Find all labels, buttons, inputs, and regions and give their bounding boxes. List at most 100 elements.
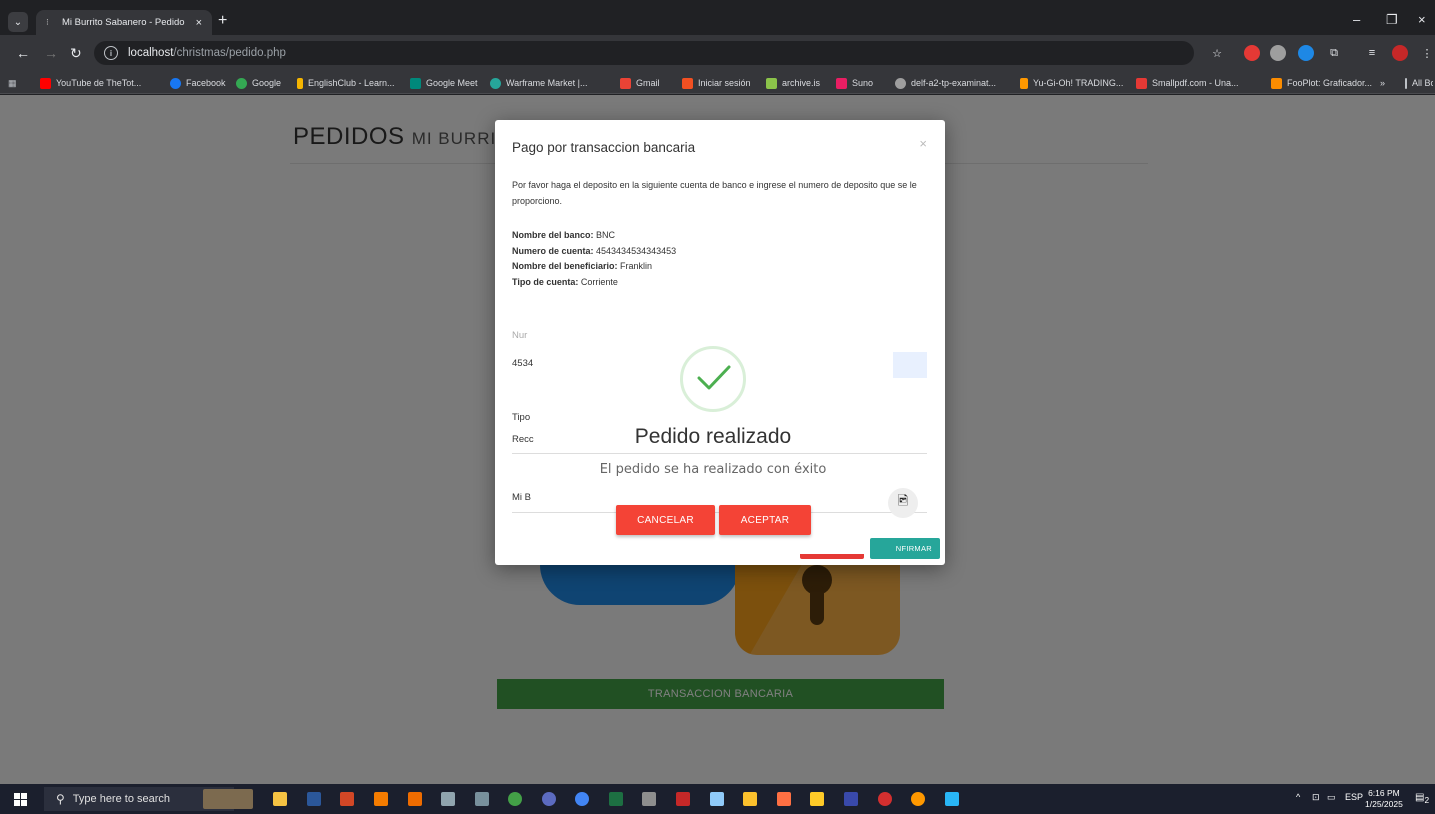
google-icon: [236, 77, 247, 89]
firefox-icon[interactable]: [911, 792, 925, 806]
url-host: localhost: [128, 47, 174, 59]
bookmark-item[interactable]: Google: [236, 75, 281, 91]
app-icon[interactable]: [475, 792, 489, 806]
alert-title: Pedido realizado: [634, 425, 792, 448]
file-explorer-icon[interactable]: [273, 792, 287, 806]
app-icon[interactable]: [542, 792, 556, 806]
extension-icon[interactable]: [1270, 45, 1286, 61]
englishclub-icon: [297, 77, 303, 89]
page-viewport: PEDIDOS MI BURRITO SABANERO TRANSACCION …: [0, 95, 1435, 784]
network-icon[interactable]: ⊡: [1312, 792, 1320, 803]
modal-close-icon[interactable]: ×: [919, 136, 927, 151]
tab-search-button[interactable]: ⌄: [8, 12, 28, 32]
profile-avatar-icon[interactable]: [1392, 45, 1408, 61]
app-icon[interactable]: [710, 792, 724, 806]
site-info-icon[interactable]: i: [104, 46, 118, 60]
image-upload-icon[interactable]: 🖻: [888, 488, 918, 518]
microsoft-icon: [682, 77, 693, 89]
address-bar[interactable]: i localhost/christmas/pedido.php: [94, 41, 1194, 65]
deposit-number-input[interactable]: 4534: [512, 358, 533, 369]
deposit-type-select[interactable]: Recc: [512, 434, 534, 445]
forward-icon[interactable]: →: [44, 45, 58, 61]
sublime-icon[interactable]: [810, 792, 824, 806]
bookmark-item[interactable]: Google Meet: [410, 75, 478, 91]
app-icon[interactable]: [508, 792, 522, 806]
extensions-puzzle-icon[interactable]: ⧉: [1326, 45, 1342, 61]
app-icon[interactable]: [844, 792, 858, 806]
cancel-modal-button[interactable]: [800, 554, 864, 559]
bookmarks-overflow-button[interactable]: »: [1380, 75, 1385, 91]
display-icon[interactable]: ▭: [1327, 792, 1336, 803]
language-indicator[interactable]: ESP: [1345, 792, 1363, 802]
opera-icon[interactable]: [878, 792, 892, 806]
xampp-icon[interactable]: [777, 792, 791, 806]
apps-grid-icon[interactable]: ▦: [8, 75, 17, 91]
bookmark-item[interactable]: delf-a2-tp-examinat...: [895, 75, 996, 91]
suno-icon: [836, 77, 847, 89]
google-meet-icon: [410, 77, 421, 89]
app-icon[interactable]: [408, 792, 422, 806]
app-icon[interactable]: [676, 792, 690, 806]
deposit-number-label: Nur: [512, 330, 528, 341]
bookmark-item[interactable]: Gmail: [620, 75, 660, 91]
app-icon[interactable]: [945, 792, 959, 806]
field-underline: [512, 453, 927, 454]
powerpoint-icon[interactable]: [340, 792, 354, 806]
success-check-icon: [680, 346, 746, 412]
bookmark-item[interactable]: Iniciar sesión: [682, 75, 751, 91]
calculator-icon[interactable]: [642, 792, 656, 806]
reload-icon[interactable]: ↻: [70, 45, 82, 62]
taskbar-clock[interactable]: 6:16 PM 1/25/2025: [1365, 788, 1403, 810]
deposit-number-autofill[interactable]: [893, 352, 927, 378]
gmail-icon: [620, 77, 631, 89]
new-tab-button[interactable]: +: [218, 12, 227, 30]
bank-transfer-modal: Pago por transaccion bancaria × Por favo…: [495, 120, 945, 565]
app-icon[interactable]: [743, 792, 757, 806]
tab-loading-icon: ⁝: [46, 17, 49, 27]
excel-icon[interactable]: [609, 792, 623, 806]
bookmark-item[interactable]: Smallpdf.com - Una...: [1136, 75, 1239, 91]
bookmark-item[interactable]: Suno: [836, 75, 873, 91]
bookmark-item[interactable]: Warframe Market |...: [490, 75, 588, 91]
bookmark-item[interactable]: EnglishClub - Learn...: [297, 75, 395, 91]
bookmark-star-icon[interactable]: ☆: [1209, 45, 1225, 61]
bookmark-item[interactable]: Facebook: [170, 75, 226, 91]
smallpdf-icon: [1136, 77, 1147, 89]
active-tab[interactable]: ⁝ Mi Burrito Sabanero - Pedido ×: [36, 10, 212, 35]
url-path: /christmas/pedido.php: [173, 47, 286, 59]
word-icon[interactable]: [307, 792, 321, 806]
notification-icon[interactable]: ▤2: [1415, 792, 1429, 805]
modal-instructions: Por favor haga el deposito en la siguien…: [512, 180, 917, 206]
modal-title: Pago por transaccion bancaria: [512, 140, 696, 155]
bookmark-item[interactable]: archive.is: [766, 75, 820, 91]
news-widget-icon[interactable]: [203, 789, 253, 809]
app-icon[interactable]: [441, 792, 455, 806]
windows-start-icon[interactable]: [14, 793, 27, 806]
confirm-button[interactable]: NFIRMAR: [870, 538, 940, 559]
vlc-icon[interactable]: [374, 792, 388, 806]
fooplot-icon: [1271, 77, 1282, 89]
menu-dots-icon[interactable]: ⋮: [1419, 45, 1435, 61]
tab-title: Mi Burrito Sabanero - Pedido: [62, 17, 185, 28]
facebook-icon: [170, 77, 181, 89]
restore-button[interactable]: ❐: [1386, 12, 1398, 28]
tab-close-button[interactable]: ×: [196, 17, 202, 29]
minimize-button[interactable]: –: [1353, 12, 1360, 27]
extension-opera-icon[interactable]: [1244, 45, 1260, 61]
bank-details: Nombre del banco: BNC Numero de cuenta: …: [512, 230, 677, 287]
close-window-button[interactable]: ×: [1418, 12, 1426, 27]
yugioh-icon: [1020, 77, 1028, 89]
bookmark-item[interactable]: Yu-Gi-Oh! TRADING...: [1020, 75, 1123, 91]
alert-accept-button[interactable]: ACEPTAR: [719, 505, 811, 535]
extension-edge-icon[interactable]: [1298, 45, 1314, 61]
bookmark-item[interactable]: YouTube de TheTot...: [40, 75, 141, 91]
receipt-name-input[interactable]: Mi B: [512, 492, 531, 503]
all-bookmarks-button[interactable]: All Bookmarks: [1405, 75, 1433, 91]
chrome-icon[interactable]: [575, 792, 589, 806]
alert-cancel-button[interactable]: CANCELAR: [616, 505, 715, 535]
tray-chevron-icon[interactable]: ^: [1296, 792, 1300, 802]
reading-list-icon[interactable]: ≡: [1364, 45, 1380, 61]
bookmark-item[interactable]: FooPlot: Graficador...: [1271, 75, 1372, 91]
back-icon[interactable]: ←: [16, 45, 30, 61]
archive-icon: [766, 77, 777, 89]
